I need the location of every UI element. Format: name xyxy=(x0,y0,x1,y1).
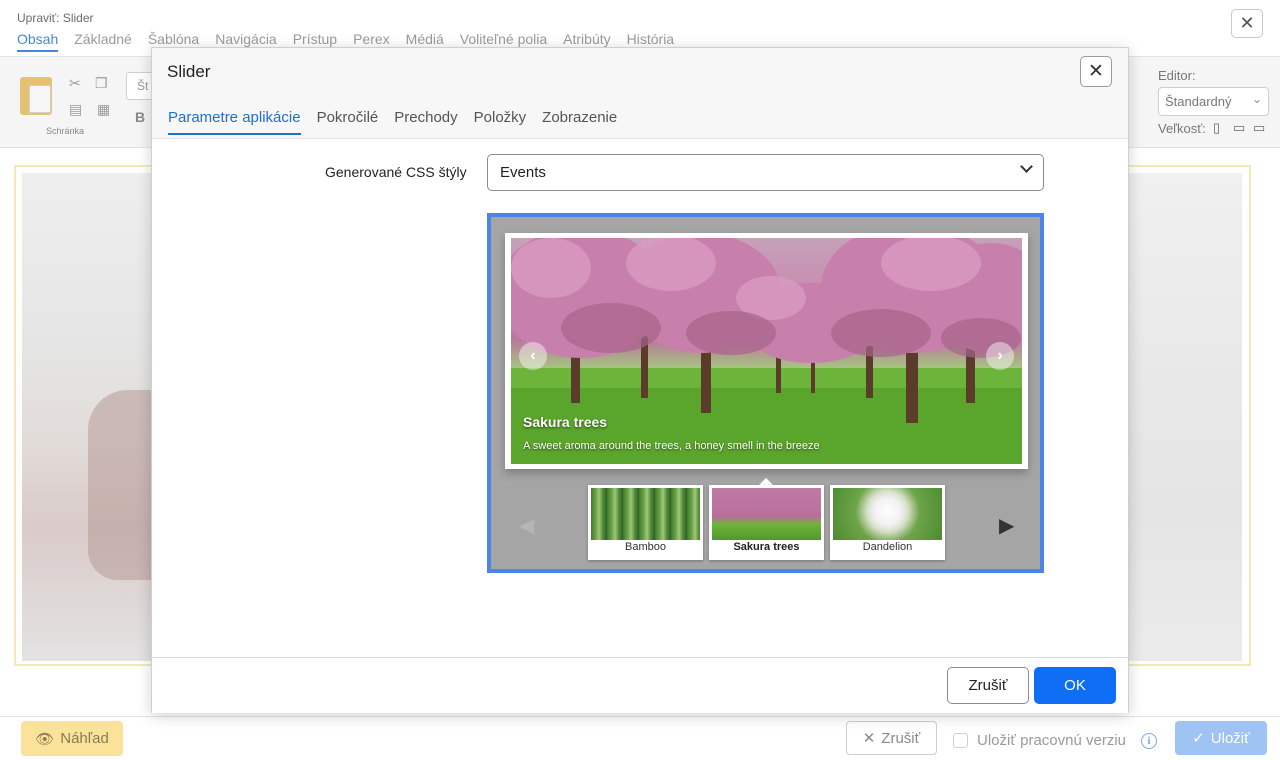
thumbs-next-icon[interactable]: ▶ xyxy=(999,513,1014,538)
dialog-tabs: Parametre aplikácie Pokročilé Prechody P… xyxy=(168,109,617,135)
thumbs-prev-icon[interactable]: ◀ xyxy=(519,513,534,538)
slider-style-preview: Sakura trees A sweet aroma around the tr… xyxy=(487,213,1044,573)
editor-select[interactable]: Štandardný ⌄ xyxy=(1158,87,1269,116)
content-image-car xyxy=(88,390,152,580)
thumb-dandelion[interactable]: Dandelion xyxy=(830,485,945,560)
tab-obsah[interactable]: Obsah xyxy=(17,31,59,52)
save-button-label: Uložiť xyxy=(1210,729,1250,747)
chevron-down-icon: ⌄ xyxy=(1251,92,1262,106)
dandelion-thumb-image xyxy=(833,488,942,540)
css-styles-select[interactable]: Events xyxy=(487,154,1044,191)
css-styles-value: Events xyxy=(500,164,546,181)
dialog-close-button[interactable]: ✕ xyxy=(1080,56,1112,87)
close-icon: ✕ xyxy=(1088,61,1104,82)
dialog-title: Slider xyxy=(167,62,211,81)
slide-frame: Sakura trees A sweet aroma around the tr… xyxy=(505,233,1028,469)
editor-cancel-button[interactable]: ✕ Zrušiť xyxy=(846,721,937,755)
editor-label: Editor: xyxy=(1158,68,1196,83)
info-icon[interactable]: i xyxy=(1141,733,1157,749)
paste-word-icon[interactable]: ▦ xyxy=(97,101,110,118)
clipboard-group-label: Schránka xyxy=(46,126,85,136)
content-image-right xyxy=(1129,173,1242,661)
size-label: Veľkosť: xyxy=(1158,121,1206,136)
sakura-thumb-image xyxy=(712,488,821,540)
eye-icon: 👁 xyxy=(35,730,55,748)
slider-dialog: Slider ✕ Parametre aplikácie Pokročilé P… xyxy=(151,47,1129,713)
editor-select-value: Štandardný xyxy=(1165,94,1232,109)
thumb-label: Bamboo xyxy=(625,541,666,553)
slide-caption-text: A sweet aroma around the trees, a honey … xyxy=(523,440,820,452)
dialog-cancel-button[interactable]: Zrušiť xyxy=(947,667,1029,704)
css-styles-label: Generované CSS štýly xyxy=(325,164,467,180)
thumb-sakura-trees[interactable]: Sakura trees xyxy=(709,485,824,560)
preview-button-label: Náhľad xyxy=(60,730,109,747)
paste-text-icon[interactable]: ▤ xyxy=(69,101,82,118)
thumb-label: Sakura trees xyxy=(733,541,800,553)
active-thumb-pointer xyxy=(759,478,773,485)
bamboo-thumb-image xyxy=(591,488,700,540)
thumb-label: Dandelion xyxy=(862,541,913,553)
dialog-header: Slider ✕ Parametre aplikácie Pokročilé P… xyxy=(152,48,1128,139)
tablet-icon[interactable]: ▭ xyxy=(1233,120,1245,136)
tab-zakladne[interactable]: Základné xyxy=(74,31,132,52)
editor-cancel-label: Zrušiť xyxy=(881,729,921,747)
window-close-button[interactable]: ✕ xyxy=(1231,9,1263,38)
chevron-right-icon[interactable]: › xyxy=(986,342,1014,370)
bold-button[interactable]: B xyxy=(135,109,145,125)
paste-icon[interactable] xyxy=(20,77,52,115)
phone-icon[interactable]: ▯ xyxy=(1213,120,1220,136)
close-icon: ✕ xyxy=(1239,13,1255,33)
desktop-icon[interactable]: ▭ xyxy=(1253,120,1265,136)
copy-icon[interactable]: ❐ xyxy=(95,75,108,92)
chevron-down-icon xyxy=(1020,160,1033,173)
preview-button[interactable]: 👁 Náhľad xyxy=(21,721,123,756)
slide-caption-title: Sakura trees xyxy=(523,414,608,430)
sakura-slide-image: Sakura trees A sweet aroma around the tr… xyxy=(511,238,1022,464)
chevron-left-icon[interactable]: ‹ xyxy=(519,342,547,370)
tab-prechody[interactable]: Prechody xyxy=(394,109,457,135)
check-icon: ✓ xyxy=(1192,730,1205,747)
save-draft-label[interactable]: Uložiť pracovnú verziu xyxy=(977,732,1126,749)
tab-pokrocile[interactable]: Pokročilé xyxy=(317,109,379,135)
close-icon: ✕ xyxy=(862,730,876,747)
save-button[interactable]: ✓ Uložiť xyxy=(1175,721,1267,755)
save-draft-checkbox[interactable] xyxy=(953,733,968,748)
tab-parametre-aplikacie[interactable]: Parametre aplikácie xyxy=(168,109,301,135)
window-title: Upraviť: Slider xyxy=(17,11,94,25)
tab-polozky[interactable]: Položky xyxy=(474,109,527,135)
sakura-illustration xyxy=(511,238,1022,464)
cut-icon[interactable]: ✂ xyxy=(69,75,81,92)
dialog-ok-button[interactable]: OK xyxy=(1034,667,1116,704)
thumb-bamboo[interactable]: Bamboo xyxy=(588,485,703,560)
tab-zobrazenie[interactable]: Zobrazenie xyxy=(542,109,617,135)
